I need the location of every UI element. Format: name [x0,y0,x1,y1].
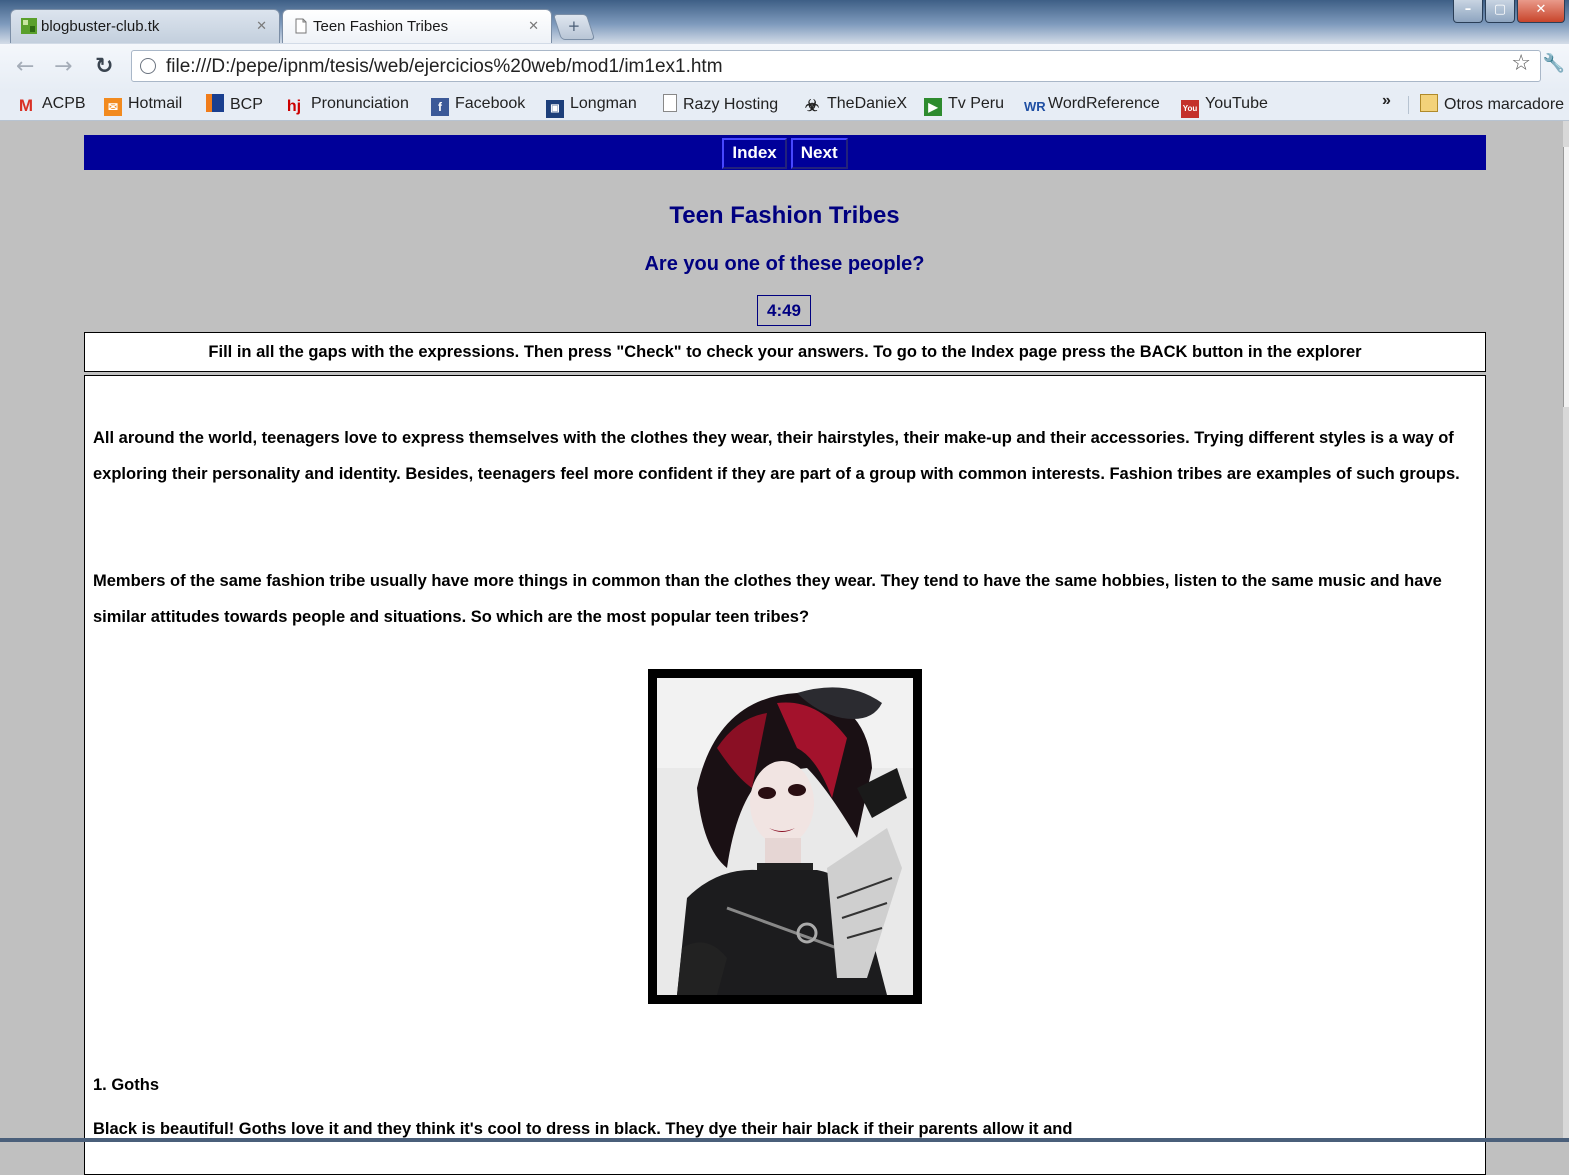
more-bookmarks-chevron-icon[interactable]: » [1382,92,1391,110]
wordreference-icon: WR [1024,99,1046,114]
maximize-icon[interactable]: ▢ [1485,0,1515,23]
exercise-nav-bar: Index Next [84,135,1486,170]
hotmail-icon: ✉ [104,98,122,116]
folder-icon [1420,94,1438,112]
reading-text-box: All around the world, teenagers love to … [84,375,1486,1175]
bookmarks-separator [1408,96,1409,114]
longman-icon: ▣ [546,100,564,118]
bookmark-acpb[interactable]: M ACPB [16,94,86,115]
youtube-icon: You [1181,100,1199,118]
close-icon[interactable]: ✕ [256,18,267,34]
page-icon [663,94,677,112]
biohazard-icon: ☣ [804,98,820,115]
url-text: file:///D:/pepe/ipnm/tesis/web/ejercicio… [166,56,723,77]
bookmark-thedaniex[interactable]: ☣ TheDanieX [803,94,907,116]
tab-teen-fashion-tribes[interactable]: Teen Fashion Tribes ✕ [282,9,552,43]
goth-teen-photo [648,669,922,1004]
bookmark-star-icon[interactable]: ☆ [1511,51,1531,76]
bookmark-youtube[interactable]: You YouTube [1181,94,1268,118]
forward-arrow-icon[interactable]: → [54,54,72,80]
new-tab-button[interactable]: + [552,14,596,40]
bookmark-wordreference[interactable]: WR WordReference [1024,94,1160,116]
bookmark-razy-hosting[interactable]: Razy Hosting [663,94,778,115]
page-icon [293,18,309,34]
globe-icon [140,58,156,74]
other-bookmarks-folder[interactable]: Otros marcadore [1420,94,1564,115]
countdown-timer: 4:49 [757,295,811,326]
tab-label: blogbuster-club.tk [41,18,160,35]
tab-blogbuster[interactable]: blogbuster-club.tk ✕ [10,9,280,43]
window-close-icon[interactable]: ✕ [1517,0,1565,23]
tab-label: Teen Fashion Tribes [313,18,449,35]
section-heading-goths: 1. Goths [93,1076,160,1094]
bookmark-tv-peru[interactable]: ▶ Tv Peru [924,94,1004,116]
goth-teen-image [657,678,913,995]
next-button[interactable]: Next [790,138,848,169]
browser-toolbar: ← → ↻ file:///D:/pepe/ipnm/tesis/web/eje… [0,44,1569,90]
bookmark-pronunciation[interactable]: hj Pronunciation [283,94,409,116]
second-paragraph: Members of the same fashion tribe usuall… [93,572,1442,626]
reload-icon[interactable]: ↻ [95,54,113,80]
page-content: Index Next Teen Fashion Tribes Are you on… [0,121,1569,1175]
index-button[interactable]: Index [722,138,787,169]
play-icon: ▶ [924,98,942,116]
bookmark-longman[interactable]: ▣ Longman [546,94,637,118]
bookmark-hotmail[interactable]: ✉ Hotmail [104,94,182,116]
bcp-icon [206,94,224,112]
window-controls: – ▢ ✕ [1451,0,1565,26]
page-title: Teen Fashion Tribes [669,202,900,229]
blogbuster-favicon-icon [21,18,37,34]
page-subtitle: Are you one of these people? [644,253,925,275]
address-bar[interactable]: file:///D:/pepe/ipnm/tesis/web/ejercicio… [131,50,1541,82]
page-scrollbar[interactable] [1563,121,1569,1142]
tab-strip: blogbuster-club.tk ✕ Teen Fashion Tribes… [0,0,1569,44]
scrollbar-thumb[interactable] [1563,147,1569,407]
back-arrow-icon[interactable]: ← [16,54,34,80]
hj-icon: hj [286,98,302,115]
os-taskbar-edge [0,1138,1569,1142]
close-icon[interactable]: ✕ [528,18,539,34]
bookmark-bcp[interactable]: BCP [206,94,263,115]
minimize-icon[interactable]: – [1453,0,1483,23]
facebook-icon: f [431,98,449,116]
instructions-box: Fill in all the gaps with the expression… [84,332,1486,372]
bookmarks-bar: M ACPB ✉ Hotmail BCP hj Pronunciation f Face… [0,90,1569,121]
bookmark-facebook[interactable]: f Facebook [431,94,525,116]
wrench-icon[interactable]: 🔧 [1543,53,1565,74]
intro-paragraph: All around the world, teenagers love to … [93,429,1460,483]
gmail-icon: M [18,96,34,115]
